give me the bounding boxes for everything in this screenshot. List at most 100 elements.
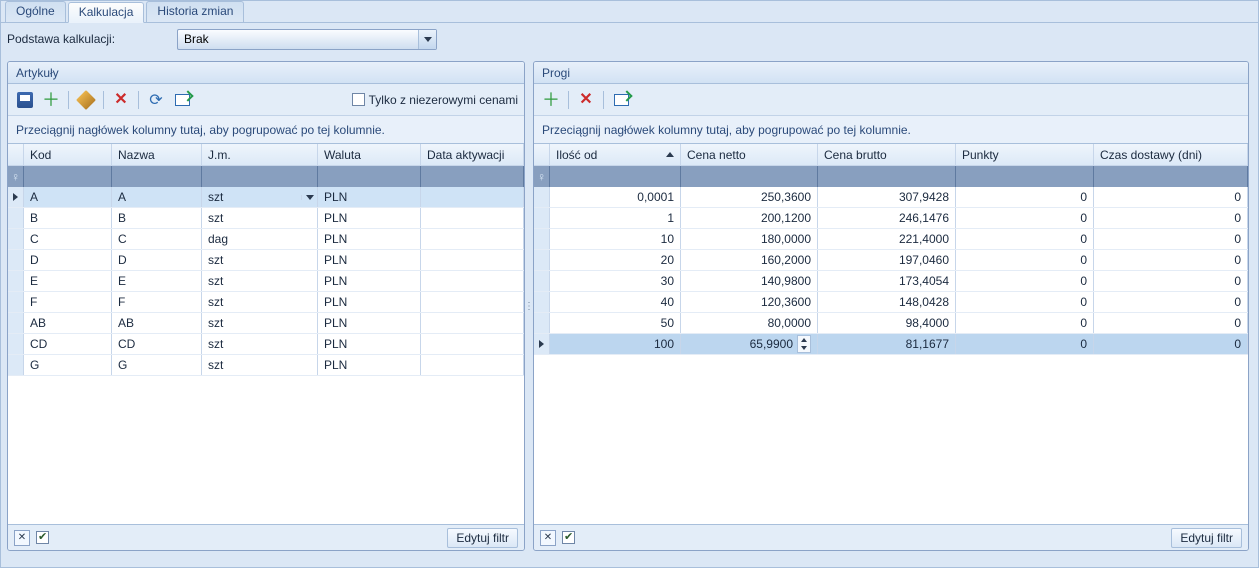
cell-jm[interactable]: szt bbox=[202, 250, 318, 270]
table-row[interactable]: CDCDsztPLN bbox=[8, 334, 524, 355]
col-jm[interactable]: J.m. bbox=[202, 144, 318, 165]
col-nazwa[interactable]: Nazwa bbox=[112, 144, 202, 165]
table-row[interactable]: 0,0001250,3600307,942800 bbox=[534, 187, 1248, 208]
cell-cena-netto: 180,0000 bbox=[681, 229, 818, 249]
tab-historia-zmian[interactable]: Historia zmian bbox=[146, 1, 244, 22]
delete-button[interactable]: ✕ bbox=[110, 89, 132, 111]
close-filter-button[interactable]: ✕ bbox=[14, 530, 30, 546]
cell-jm[interactable]: szt bbox=[202, 208, 318, 228]
chevron-down-icon bbox=[306, 195, 314, 200]
table-row[interactable]: 5080,000098,400000 bbox=[534, 313, 1248, 334]
tab-kalkulacja[interactable]: Kalkulacja bbox=[68, 2, 145, 23]
edit-filter-button[interactable]: Edytuj filtr bbox=[447, 528, 518, 548]
cell-czas: 0 bbox=[1094, 187, 1248, 207]
col-cena-brutto[interactable]: Cena brutto bbox=[818, 144, 956, 165]
add-button[interactable]: ＋ bbox=[40, 89, 62, 111]
tab-strip: Ogólne Kalkulacja Historia zmian bbox=[1, 1, 1258, 23]
spin-buttons[interactable] bbox=[797, 335, 811, 353]
table-row[interactable]: 10180,0000221,400000 bbox=[534, 229, 1248, 250]
edit-filter-button[interactable]: Edytuj filtr bbox=[1171, 528, 1242, 548]
export-button[interactable] bbox=[171, 89, 193, 111]
row-indicator bbox=[534, 334, 550, 354]
delete-button[interactable]: ✕ bbox=[575, 89, 597, 111]
cell-jm[interactable]: szt bbox=[202, 334, 318, 354]
group-panel[interactable]: Przeciągnij nagłówek kolumny tutaj, aby … bbox=[8, 116, 524, 144]
cell-kod: B bbox=[24, 208, 112, 228]
plus-icon: ＋ bbox=[542, 93, 560, 107]
filter-row[interactable]: ♀ bbox=[534, 166, 1248, 187]
edit-button[interactable] bbox=[75, 89, 97, 111]
add-button[interactable]: ＋ bbox=[540, 89, 562, 111]
close-filter-button[interactable]: ✕ bbox=[540, 530, 556, 546]
filter-checkbox[interactable]: ✔ bbox=[562, 531, 575, 544]
table-row[interactable]: DDsztPLN bbox=[8, 250, 524, 271]
col-ilosc-od[interactable]: Ilość od bbox=[550, 144, 681, 165]
table-row[interactable]: 10065,990081,167700 bbox=[534, 334, 1248, 355]
col-waluta[interactable]: Waluta bbox=[318, 144, 421, 165]
table-row[interactable]: GGsztPLN bbox=[8, 355, 524, 376]
col-kod[interactable]: Kod bbox=[24, 144, 112, 165]
cell-cena-netto: 140,9800 bbox=[681, 271, 818, 291]
toolbar-separator bbox=[68, 91, 69, 109]
cell-punkty: 0 bbox=[956, 271, 1094, 291]
toolbar-artykuly: ＋ ✕ ⟳ Tylko z niezerowymi cenami bbox=[8, 84, 524, 116]
combo-dropdown-button[interactable] bbox=[418, 30, 436, 49]
triangle-right-icon bbox=[539, 340, 544, 348]
cell-kod: C bbox=[24, 229, 112, 249]
table-row[interactable]: AAsztPLN bbox=[8, 187, 524, 208]
table-row[interactable]: FFsztPLN bbox=[8, 292, 524, 313]
cell-jm[interactable]: szt bbox=[202, 271, 318, 291]
cell-cena-brutto: 98,4000 bbox=[818, 313, 956, 333]
cell-jm[interactable]: szt bbox=[202, 313, 318, 333]
nonzero-prices-checkbox[interactable] bbox=[352, 93, 365, 106]
group-panel[interactable]: Przeciągnij nagłówek kolumny tutaj, aby … bbox=[534, 116, 1248, 144]
cell-jm[interactable]: szt bbox=[202, 355, 318, 375]
panel-title: Progi bbox=[534, 62, 1248, 84]
x-icon: ✕ bbox=[114, 93, 127, 107]
cell-waluta: PLN bbox=[318, 229, 421, 249]
cell-czas: 0 bbox=[1094, 334, 1248, 354]
podstawa-kalkulacji-combo[interactable]: Brak bbox=[177, 29, 437, 50]
save-button[interactable] bbox=[14, 89, 36, 111]
table-row[interactable]: 30140,9800173,405400 bbox=[534, 271, 1248, 292]
table-row[interactable]: 20160,2000197,046000 bbox=[534, 250, 1248, 271]
cell-jm[interactable]: dag bbox=[202, 229, 318, 249]
grid-body[interactable]: AAsztPLNBBsztPLNCCdagPLNDDsztPLNEEsztPLN… bbox=[8, 187, 524, 524]
cell-nazwa: E bbox=[112, 271, 202, 291]
cell-data bbox=[421, 355, 524, 375]
cell-waluta: PLN bbox=[318, 208, 421, 228]
cell-nazwa: G bbox=[112, 355, 202, 375]
table-row[interactable]: 40120,3600148,042800 bbox=[534, 292, 1248, 313]
col-punkty[interactable]: Punkty bbox=[956, 144, 1094, 165]
cell-kod: D bbox=[24, 250, 112, 270]
col-czas-dostawy[interactable]: Czas dostawy (dni) bbox=[1094, 144, 1248, 165]
cell-ilosc: 1 bbox=[550, 208, 681, 228]
table-row[interactable]: ABABsztPLN bbox=[8, 313, 524, 334]
table-row[interactable]: CCdagPLN bbox=[8, 229, 524, 250]
table-row[interactable]: BBsztPLN bbox=[8, 208, 524, 229]
table-row[interactable]: 1200,1200246,147600 bbox=[534, 208, 1248, 229]
cell-cena-netto: 200,1200 bbox=[681, 208, 818, 228]
cell-waluta: PLN bbox=[318, 271, 421, 291]
col-cena-netto[interactable]: Cena netto bbox=[681, 144, 818, 165]
col-data-aktywacji[interactable]: Data aktywacji bbox=[421, 144, 524, 165]
filter-checkbox[interactable]: ✔ bbox=[36, 531, 49, 544]
tab-ogolne[interactable]: Ogólne bbox=[5, 1, 66, 22]
cell-jm[interactable]: szt bbox=[202, 187, 318, 207]
refresh-button[interactable]: ⟳ bbox=[145, 89, 167, 111]
cell-cena-netto[interactable]: 65,9900 bbox=[681, 334, 818, 354]
filter-icon[interactable]: ♀ bbox=[8, 166, 24, 187]
pencil-icon bbox=[76, 90, 96, 110]
row-indicator bbox=[534, 271, 550, 291]
filter-row[interactable]: ♀ bbox=[8, 166, 524, 187]
cell-jm[interactable]: szt bbox=[202, 292, 318, 312]
cell-waluta: PLN bbox=[318, 355, 421, 375]
export-button[interactable] bbox=[610, 89, 632, 111]
splitter-handle[interactable] bbox=[525, 61, 533, 551]
grid-body[interactable]: 0,0001250,3600307,9428001200,1200246,147… bbox=[534, 187, 1248, 524]
cell-dropdown-button[interactable] bbox=[301, 195, 317, 200]
podstawa-kalkulacji-label: Podstawa kalkulacji: bbox=[7, 32, 147, 46]
table-row[interactable]: EEsztPLN bbox=[8, 271, 524, 292]
filter-icon[interactable]: ♀ bbox=[534, 166, 550, 187]
cell-data bbox=[421, 334, 524, 354]
